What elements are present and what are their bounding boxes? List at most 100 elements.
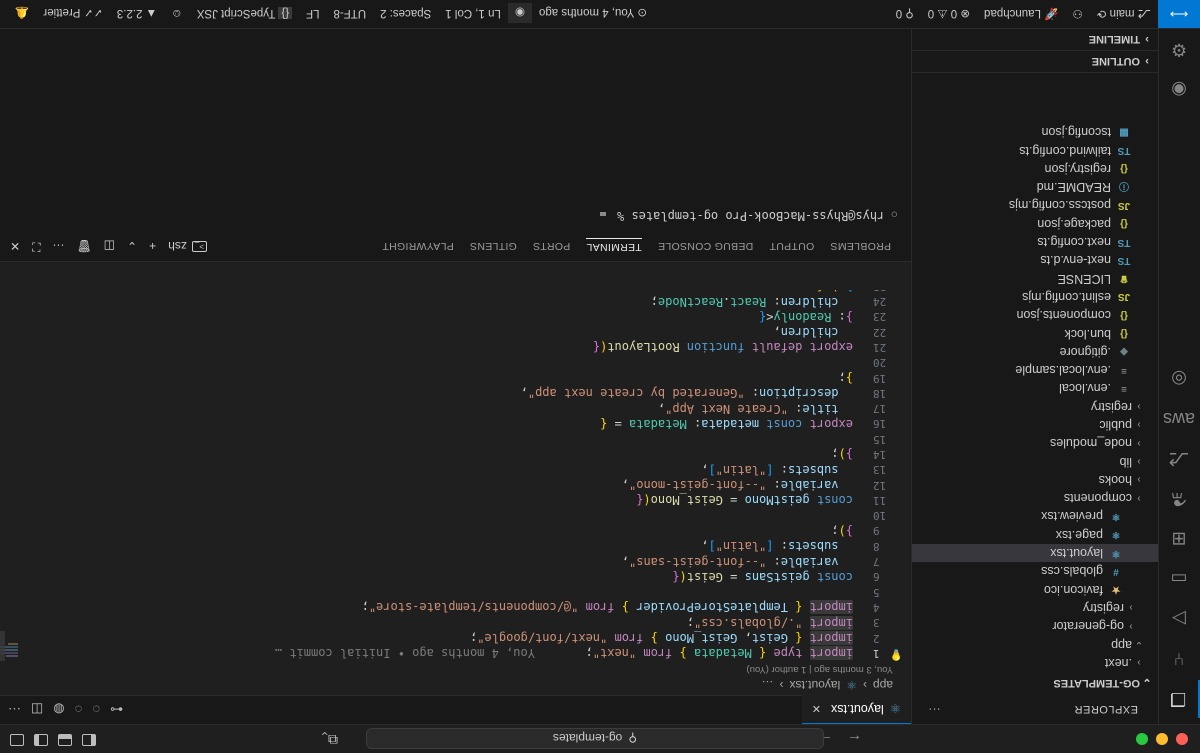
aws-icon[interactable]: aws	[1158, 400, 1200, 438]
file-tree-item[interactable]: ♛ LICENSE	[912, 269, 1158, 287]
launchpad-status[interactable]: 🚀 Launchpad	[977, 7, 1065, 21]
new-terminal-icon[interactable]: +	[149, 240, 156, 254]
gitlens-icon[interactable]: ◍	[53, 701, 64, 717]
file-tree-item[interactable]: {} package.json	[912, 215, 1158, 233]
minimap[interactable]	[0, 621, 80, 661]
file-tree-item[interactable]: ⚛ page.tsx	[912, 526, 1158, 544]
timeline-section[interactable]: › TIMELINE	[911, 29, 1158, 51]
tab-layout-tsx[interactable]: ⚛ layout.tsx ✕	[801, 695, 911, 724]
toggle-secondary-sidebar-icon[interactable]	[34, 734, 48, 746]
go-back-icon[interactable]: ◌	[92, 701, 100, 717]
language-mode[interactable]: {} TypeScript JSX	[190, 7, 299, 20]
file-tree-item[interactable]: › og-generator	[912, 617, 1158, 635]
maximize-panel-icon[interactable]: ⛶	[32, 239, 40, 254]
terminal-dropdown-icon[interactable]: ⌄	[127, 240, 137, 254]
panel-tab-playwright[interactable]: PLAYWRIGHT	[382, 240, 454, 252]
problems-status[interactable]: ⊗ 0 ⚠ 0	[921, 7, 977, 21]
account-icon[interactable]: ◉	[1158, 71, 1200, 109]
inline-blame[interactable]: You, 4 months ago • Initial commit …	[275, 646, 535, 660]
file-tree-item[interactable]: ≡ .env.local.sample	[912, 361, 1158, 379]
toggle-primary-sidebar-icon[interactable]	[82, 734, 96, 746]
file-tree-item[interactable]: › public	[912, 416, 1158, 434]
extensions-icon[interactable]: ⊞	[1158, 520, 1200, 558]
notifications-bell-icon[interactable]: 🔔	[8, 7, 36, 21]
file-tree-item[interactable]: # globals.css	[912, 562, 1158, 580]
settings-gear-icon[interactable]: ⚙	[1158, 31, 1200, 69]
open-changes-icon[interactable]: ⊷	[110, 701, 123, 717]
file-tree-item[interactable]: ▦ tsconfig.json	[912, 123, 1158, 141]
customize-layout-icon[interactable]	[10, 734, 24, 746]
file-tree-item[interactable]: › hooks	[912, 471, 1158, 489]
outline-section[interactable]: › OUTLINE	[911, 51, 1158, 73]
terminal-selector[interactable]: >_ zsh	[168, 240, 207, 254]
prettier-status[interactable]: ✓✓ Prettier	[36, 7, 110, 21]
testing-icon[interactable]: ⚗	[1158, 480, 1200, 518]
file-tree-item[interactable]: {} components.json	[912, 306, 1158, 324]
go-forward-icon[interactable]: ◌	[75, 701, 83, 717]
command-center-search[interactable]: ⚲ og-templates	[366, 728, 824, 749]
run-debug-icon[interactable]: ▷	[1158, 600, 1200, 638]
blame-status[interactable]: ⊙ You, 4 months ago	[532, 7, 654, 21]
encoding-status[interactable]: UTF-8	[327, 8, 374, 20]
workspace-root-section[interactable]: ⌄ OG-TEMPLATES	[912, 672, 1158, 694]
file-tree-item[interactable]: › components	[912, 489, 1158, 507]
explorer-icon[interactable]: ❐	[1158, 680, 1200, 718]
explorer-more-actions-button[interactable]: ···	[928, 703, 941, 715]
eol-status[interactable]: LF	[299, 8, 326, 20]
close-panel-icon[interactable]: ✕	[10, 240, 20, 254]
file-tree-item[interactable]: ⚛ preview.tsx	[912, 507, 1158, 525]
file-tree-item[interactable]: JS eslint.config.mjs	[912, 288, 1158, 306]
file-tree-item[interactable]: ⌄ app	[912, 635, 1158, 653]
file-tree-item[interactable]: JS postcss.config.mjs	[912, 196, 1158, 214]
file-tree-item[interactable]: ◆ .gitignore	[912, 343, 1158, 361]
file-tree-item[interactable]: ⓘ README.md	[912, 178, 1158, 196]
ports-status[interactable]: ⚲ 0	[889, 7, 921, 21]
cursor-position[interactable]: Ln 1, Col 1	[438, 8, 508, 20]
source-control-icon[interactable]: ⑂	[1158, 640, 1200, 678]
git-graph-icon[interactable]: ⎇	[1158, 440, 1200, 478]
panel-tab-ports[interactable]: PORTS	[533, 240, 570, 252]
toggle-panel-icon[interactable]	[58, 734, 72, 746]
code-editor[interactable]: 1 💡 import type { Metadata } from "next"; …	[0, 290, 911, 661]
file-tree-item[interactable]: › node_modules	[912, 434, 1158, 452]
breadcrumb-symbol[interactable]: …	[762, 678, 774, 692]
panel-tab-problems[interactable]: PROBLEMS	[830, 240, 891, 252]
file-tree-item[interactable]: › .next	[912, 654, 1158, 672]
zoom-window-button[interactable]	[1136, 733, 1148, 745]
file-tree-item[interactable]: TS next-env.d.ts	[912, 251, 1158, 269]
panel-tab-output[interactable]: OUTPUT	[769, 240, 814, 252]
kill-terminal-icon[interactable]: 🗑	[76, 240, 91, 254]
file-tree-item[interactable]: › lib	[912, 452, 1158, 470]
remote-indicator[interactable]: ⟷	[1158, 0, 1200, 29]
remote-explorer-icon[interactable]: ▭	[1158, 560, 1200, 598]
file-tree-item[interactable]: ★ favicon.ico	[912, 581, 1158, 599]
copilot-status-icon[interactable]: ◉	[507, 3, 532, 24]
more-actions-icon[interactable]: ···	[8, 701, 21, 717]
panel-tab-gitlens[interactable]: GITLENS	[470, 240, 517, 252]
copilot-icon[interactable]: ☺	[164, 8, 190, 20]
back-arrow-icon[interactable]: ←	[847, 731, 862, 748]
version-status[interactable]: ▲ 2.2.3	[110, 8, 164, 20]
file-tree-item[interactable]: › registry	[912, 599, 1158, 617]
terminal-output[interactable]: ○ rhys@Rhyss-MacBook-Pro og-templates %	[0, 209, 911, 223]
split-terminal-icon[interactable]: ◫	[104, 240, 115, 254]
minimize-window-button[interactable]	[1156, 733, 1168, 745]
file-tree-item[interactable]: TS tailwind.config.ts	[912, 141, 1158, 159]
panel-tab-debug-console[interactable]: DEBUG CONSOLE	[658, 240, 754, 252]
file-tree-item[interactable]: ≡ .env.local	[912, 379, 1158, 397]
file-tree-item[interactable]: ⚛ layout.tsx	[912, 543, 1158, 563]
breadcrumb-folder[interactable]: app	[873, 678, 893, 692]
indentation-status[interactable]: Spaces: 2	[373, 8, 438, 20]
edge-devtools-icon[interactable]: ◎	[1158, 360, 1200, 398]
file-tree-item[interactable]: {} registry.json	[912, 160, 1158, 178]
close-window-button[interactable]	[1176, 733, 1188, 745]
file-tree-item[interactable]: › registry	[912, 398, 1158, 416]
copilot-icon[interactable]: ⧉⌄	[321, 731, 338, 748]
breadcrumb-file[interactable]: layout.tsx	[790, 678, 841, 692]
codelens-blame[interactable]: You, 3 months ago | 1 author (You)	[0, 661, 911, 675]
panel-tab-terminal[interactable]: TERMINAL	[586, 238, 642, 254]
file-tree-item[interactable]: TS next.config.ts	[912, 233, 1158, 251]
split-editor-icon[interactable]: ◫	[31, 701, 43, 717]
close-tab-icon[interactable]: ✕	[812, 703, 821, 716]
more-actions-icon[interactable]: ···	[52, 240, 64, 254]
